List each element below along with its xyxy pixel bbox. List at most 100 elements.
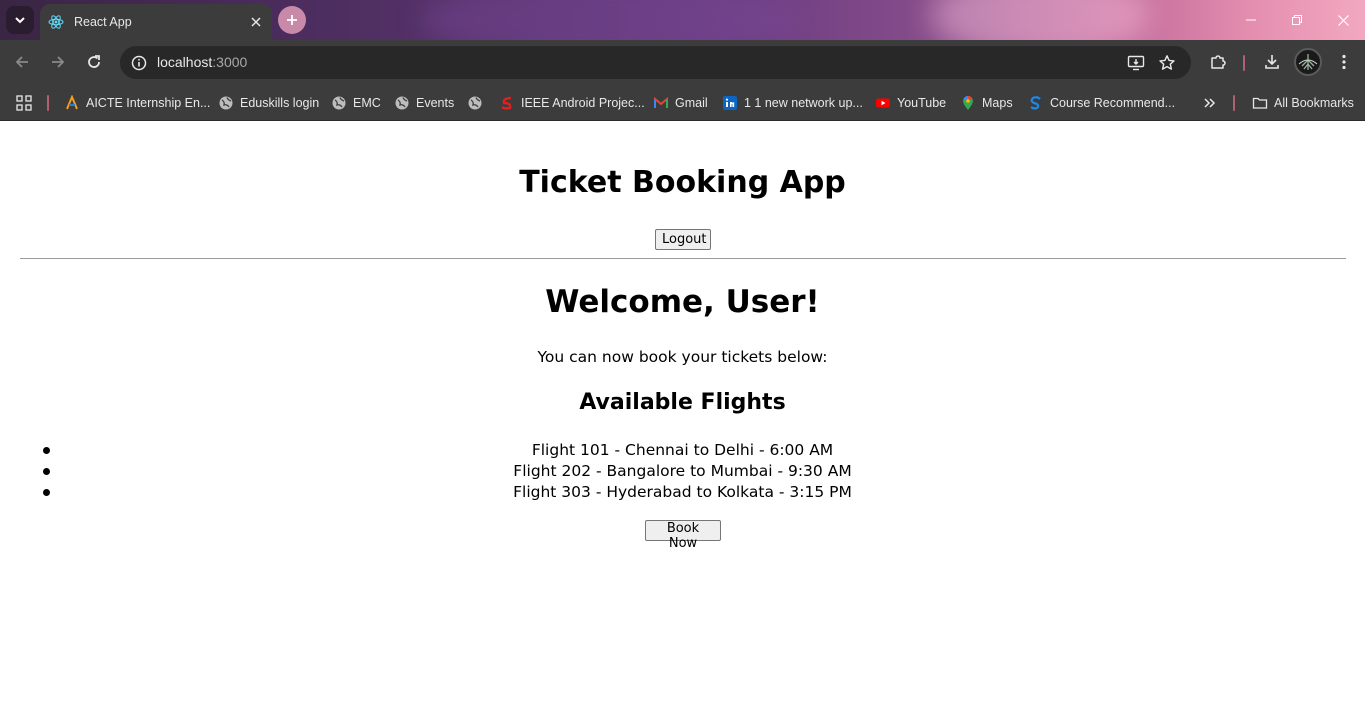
browser-toolbar: localhost:3000 xyxy=(0,40,1365,85)
welcome-subtitle: You can now book your tickets below: xyxy=(537,348,828,366)
bookmark-gmail[interactable]: Gmail xyxy=(653,92,708,114)
bookmark-label: Maps xyxy=(982,96,1013,110)
url-text[interactable]: localhost:3000 xyxy=(157,54,247,70)
flight-text: Flight 101 - Chennai to Delhi - 6:00 AM xyxy=(531,441,834,459)
bookmark-star-button[interactable] xyxy=(1156,52,1178,74)
chevron-down-icon xyxy=(15,17,25,24)
folder-icon xyxy=(1252,95,1268,111)
arrow-right-icon xyxy=(52,56,65,68)
bookmark-emc[interactable]: EMC xyxy=(331,92,381,114)
tab-close-button[interactable] xyxy=(248,14,264,30)
bookmark-events[interactable]: Events xyxy=(394,92,454,114)
extensions-button[interactable] xyxy=(1206,50,1230,74)
install-app-button[interactable] xyxy=(1125,52,1147,74)
bookmark-label: EMC xyxy=(353,96,381,110)
ieee-icon xyxy=(499,95,515,111)
all-bookmarks-button[interactable]: All Bookmarks xyxy=(1252,92,1354,114)
theme-haze xyxy=(420,0,800,40)
bookmark-ieee[interactable]: IEEE Android Projec... xyxy=(499,92,645,114)
bullet-icon xyxy=(43,468,50,475)
globe-icon xyxy=(218,95,234,111)
active-tab[interactable]: React App xyxy=(40,4,272,40)
bookmark-label: YouTube xyxy=(897,96,947,110)
page-content: Ticket Booking App Logout Welcome, User!… xyxy=(0,121,1365,717)
youtube-icon xyxy=(875,95,891,111)
bookmarks-separator xyxy=(1233,95,1235,111)
divider xyxy=(20,258,1346,259)
bookmark-youtube[interactable]: YouTube xyxy=(875,92,946,114)
back-button[interactable] xyxy=(8,48,36,76)
profile-avatar[interactable] xyxy=(1294,48,1322,76)
flight-text: Flight 303 - Hyderabad to Kolkata - 3:15… xyxy=(513,483,852,501)
globe-icon xyxy=(394,95,410,111)
course-icon xyxy=(1028,95,1044,111)
bookmark-label: AICTE Internship En... xyxy=(86,96,211,110)
bookmark-label: Course Recommend... xyxy=(1050,96,1176,110)
bookmark-label: Gmail xyxy=(675,96,708,110)
more-vertical-icon xyxy=(1342,54,1346,70)
bookmark-eduskills[interactable]: Eduskills login xyxy=(218,92,319,114)
menu-button[interactable] xyxy=(1332,50,1356,74)
url-port: :3000 xyxy=(212,54,248,70)
toolbar-separator xyxy=(1243,55,1245,71)
info-icon xyxy=(131,55,147,71)
star-icon xyxy=(1159,55,1175,70)
bookmarks-separator xyxy=(47,95,49,111)
bookmark-label: Eduskills login xyxy=(240,96,320,110)
url-host: localhost xyxy=(157,54,213,70)
puzzle-icon xyxy=(1211,55,1226,69)
flight-item: Flight 101 - Chennai to Delhi - 6:00 AM xyxy=(40,440,1325,461)
bookmark-course[interactable]: Course Recommend... xyxy=(1028,92,1175,114)
flight-list: Flight 101 - Chennai to Delhi - 6:00 AM … xyxy=(40,440,1325,503)
close-icon xyxy=(251,17,261,27)
downloads-button[interactable] xyxy=(1260,50,1284,74)
bookmark-unnamed[interactable] xyxy=(467,92,489,114)
globe-icon xyxy=(331,95,347,111)
install-icon xyxy=(1127,55,1145,71)
reload-icon xyxy=(88,55,100,68)
linkedin-icon xyxy=(722,95,738,111)
profile-picture-icon xyxy=(1298,54,1318,70)
bookmark-linkedin[interactable]: 1 1 new network up... xyxy=(722,92,863,114)
bookmark-label: Events xyxy=(416,96,455,110)
restore-button[interactable] xyxy=(1274,0,1320,40)
logout-button[interactable]: Logout xyxy=(655,229,711,250)
bookmark-aicte[interactable]: AICTE Internship En... xyxy=(64,92,210,114)
aicte-icon xyxy=(64,95,80,111)
react-icon xyxy=(48,15,64,29)
bookmark-label: IEEE Android Projec... xyxy=(521,96,645,110)
site-info-button[interactable] xyxy=(128,52,150,74)
arrow-left-icon xyxy=(15,56,28,68)
bookmark-maps[interactable]: Maps xyxy=(960,92,1013,114)
restore-icon xyxy=(1292,15,1302,25)
globe-icon xyxy=(467,95,483,111)
double-chevron-right-icon xyxy=(1204,98,1216,108)
book-now-button[interactable]: Book Now xyxy=(645,520,721,551)
forward-button[interactable] xyxy=(44,48,72,76)
tab-search-button[interactable] xyxy=(6,6,34,34)
apps-button[interactable] xyxy=(16,92,32,114)
minimize-button[interactable] xyxy=(1228,0,1274,40)
all-bookmarks-label: All Bookmarks xyxy=(1274,96,1354,110)
window-close-button[interactable] xyxy=(1320,0,1365,40)
bookmarks-bar: AICTE Internship En... Eduskills login E… xyxy=(0,85,1365,121)
app-title: Ticket Booking App xyxy=(519,165,846,200)
minimize-icon xyxy=(1246,19,1256,21)
flight-item: Flight 303 - Hyderabad to Kolkata - 3:15… xyxy=(40,482,1325,503)
bookmarks-overflow-button[interactable] xyxy=(1203,92,1217,114)
close-icon xyxy=(1337,14,1349,26)
flights-heading: Available Flights xyxy=(579,390,786,415)
tab-strip: React App xyxy=(0,0,1365,40)
bullet-icon xyxy=(43,447,50,454)
welcome-heading: Welcome, User! xyxy=(545,284,820,320)
address-bar[interactable]: localhost:3000 xyxy=(120,46,1191,79)
reload-button[interactable] xyxy=(80,48,108,76)
apps-grid-icon xyxy=(16,95,32,111)
theme-haze xyxy=(930,0,1150,40)
flight-text: Flight 202 - Bangalore to Mumbai - 9:30 … xyxy=(513,462,852,480)
maps-icon xyxy=(960,95,976,111)
bookmark-label: 1 1 new network up... xyxy=(744,96,863,110)
tab-title: React App xyxy=(74,15,132,29)
flight-item: Flight 202 - Bangalore to Mumbai - 9:30 … xyxy=(40,461,1325,482)
new-tab-button[interactable] xyxy=(278,6,306,34)
